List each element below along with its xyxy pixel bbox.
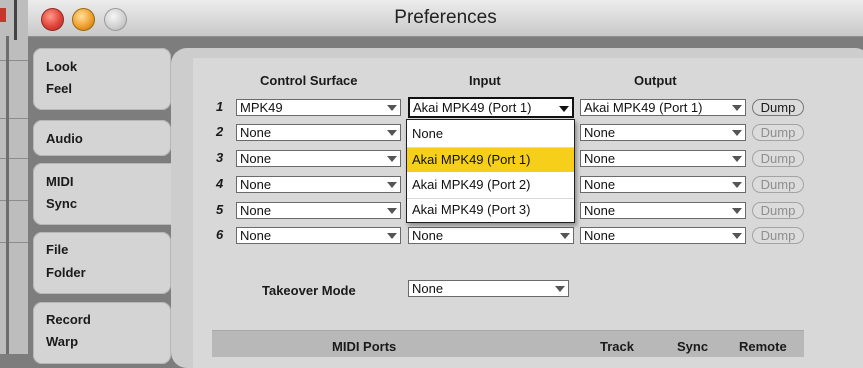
select-value: None: [240, 125, 272, 140]
title-bar: Preferences: [28, 0, 863, 37]
row-number: 3: [216, 150, 224, 165]
background-line: [0, 118, 28, 119]
select-value: None: [584, 177, 616, 192]
dump-button[interactable]: Dump: [752, 176, 804, 193]
chevron-down-icon: [387, 105, 397, 111]
chevron-down-icon: [732, 156, 742, 162]
menu-item-port-2[interactable]: Akai MPK49 (Port 2): [407, 173, 574, 197]
control-surface-select[interactable]: None: [236, 202, 401, 219]
background-divider: [14, 0, 17, 40]
tab-label: File: [46, 242, 69, 257]
row-number: 6: [216, 227, 224, 242]
background-app-strip: [0, 0, 28, 354]
chevron-down-icon: [732, 182, 742, 188]
tab-label: Sync: [46, 196, 78, 211]
tab-label: Warp: [46, 334, 79, 349]
tab-look-feel[interactable]: Look Feel: [33, 48, 171, 110]
tab-audio[interactable]: Audio: [33, 120, 171, 156]
select-value: None: [412, 281, 444, 296]
row-number: 1: [216, 99, 224, 114]
midi-ports-table-header: MIDI Ports Track Sync Remote: [212, 330, 804, 357]
background-line: [0, 158, 28, 159]
output-select[interactable]: None: [580, 176, 746, 193]
control-surface-select[interactable]: None: [236, 124, 401, 141]
select-value: Akai MPK49 (Port 1): [413, 100, 532, 115]
column-header-sync: Sync: [677, 339, 709, 354]
background-marker: [0, 8, 6, 22]
tab-midi-sync[interactable]: MIDI Sync: [33, 163, 193, 225]
takeover-mode-select[interactable]: None: [408, 280, 569, 297]
tab-label: Record: [46, 312, 91, 327]
select-value: None: [584, 203, 616, 218]
dump-button[interactable]: Dump: [752, 99, 804, 116]
column-header-remote: Remote: [739, 339, 787, 354]
chevron-down-icon: [732, 105, 742, 111]
takeover-mode-label: Takeover Mode: [262, 283, 356, 298]
column-header-output: Output: [634, 73, 677, 88]
chevron-down-icon: [732, 208, 742, 214]
control-surface-select[interactable]: None: [236, 150, 401, 167]
tab-label: Folder: [46, 265, 86, 280]
chevron-down-icon: [387, 130, 397, 136]
window-title: Preferences: [394, 7, 497, 28]
select-value: None: [240, 203, 272, 218]
column-header-track: Track: [600, 339, 634, 354]
tab-file-folder[interactable]: File Folder: [33, 232, 171, 294]
dump-button[interactable]: Dump: [752, 202, 804, 219]
dump-button[interactable]: Dump: [752, 150, 804, 167]
output-select[interactable]: None: [580, 202, 746, 219]
output-select[interactable]: None: [580, 227, 746, 244]
select-value: None: [584, 228, 616, 243]
control-surface-select[interactable]: None: [236, 227, 401, 244]
background-line: [0, 200, 28, 201]
column-header-input: Input: [469, 73, 501, 88]
output-select[interactable]: Akai MPK49 (Port 1): [580, 99, 746, 116]
select-value: None: [240, 228, 272, 243]
select-value: None: [240, 177, 272, 192]
menu-item-port-1[interactable]: Akai MPK49 (Port 1): [407, 148, 574, 172]
chevron-down-icon: [387, 233, 397, 239]
column-header-midi-ports: MIDI Ports: [332, 339, 397, 354]
chevron-down-icon: [387, 208, 397, 214]
background-line: [0, 242, 28, 243]
background-divider: [6, 36, 9, 354]
tab-record-warp[interactable]: Record Warp: [33, 302, 171, 364]
select-value: Akai MPK49 (Port 1): [584, 100, 703, 115]
tab-label: MIDI: [46, 174, 74, 189]
chevron-down-icon: [555, 286, 565, 292]
tab-label: Feel: [46, 81, 73, 96]
chevron-down-icon: [732, 130, 742, 136]
chevron-down-icon: [387, 156, 397, 162]
select-value: None: [412, 228, 444, 243]
control-surface-select[interactable]: None: [236, 176, 401, 193]
select-value: None: [584, 151, 616, 166]
dump-button[interactable]: Dump: [752, 227, 804, 244]
row-number: 5: [216, 202, 224, 217]
background-line: [0, 60, 28, 61]
select-value: None: [584, 125, 616, 140]
row-number: 4: [216, 176, 224, 191]
chevron-down-icon: [387, 182, 397, 188]
output-select[interactable]: None: [580, 124, 746, 141]
input-select[interactable]: None: [408, 227, 574, 244]
dump-button[interactable]: Dump: [752, 124, 804, 141]
select-value: MPK49: [240, 100, 283, 115]
chevron-down-icon: [732, 233, 742, 239]
tab-label: Look: [46, 59, 78, 74]
control-surface-select[interactable]: MPK49: [236, 99, 401, 116]
tab-label: Audio: [46, 131, 83, 146]
column-header-control-surface: Control Surface: [260, 73, 358, 88]
chevron-down-icon: [560, 233, 570, 239]
row-number: 2: [216, 124, 224, 139]
input-select[interactable]: Akai MPK49 (Port 1): [408, 97, 574, 118]
input-dropdown-menu: None Akai MPK49 (Port 1) Akai MPK49 (Por…: [406, 119, 575, 223]
menu-item-port-3[interactable]: Akai MPK49 (Port 3): [407, 198, 574, 222]
select-value: None: [240, 151, 272, 166]
menu-item-none[interactable]: None: [407, 122, 574, 146]
chevron-down-icon: [559, 106, 569, 112]
output-select[interactable]: None: [580, 150, 746, 167]
